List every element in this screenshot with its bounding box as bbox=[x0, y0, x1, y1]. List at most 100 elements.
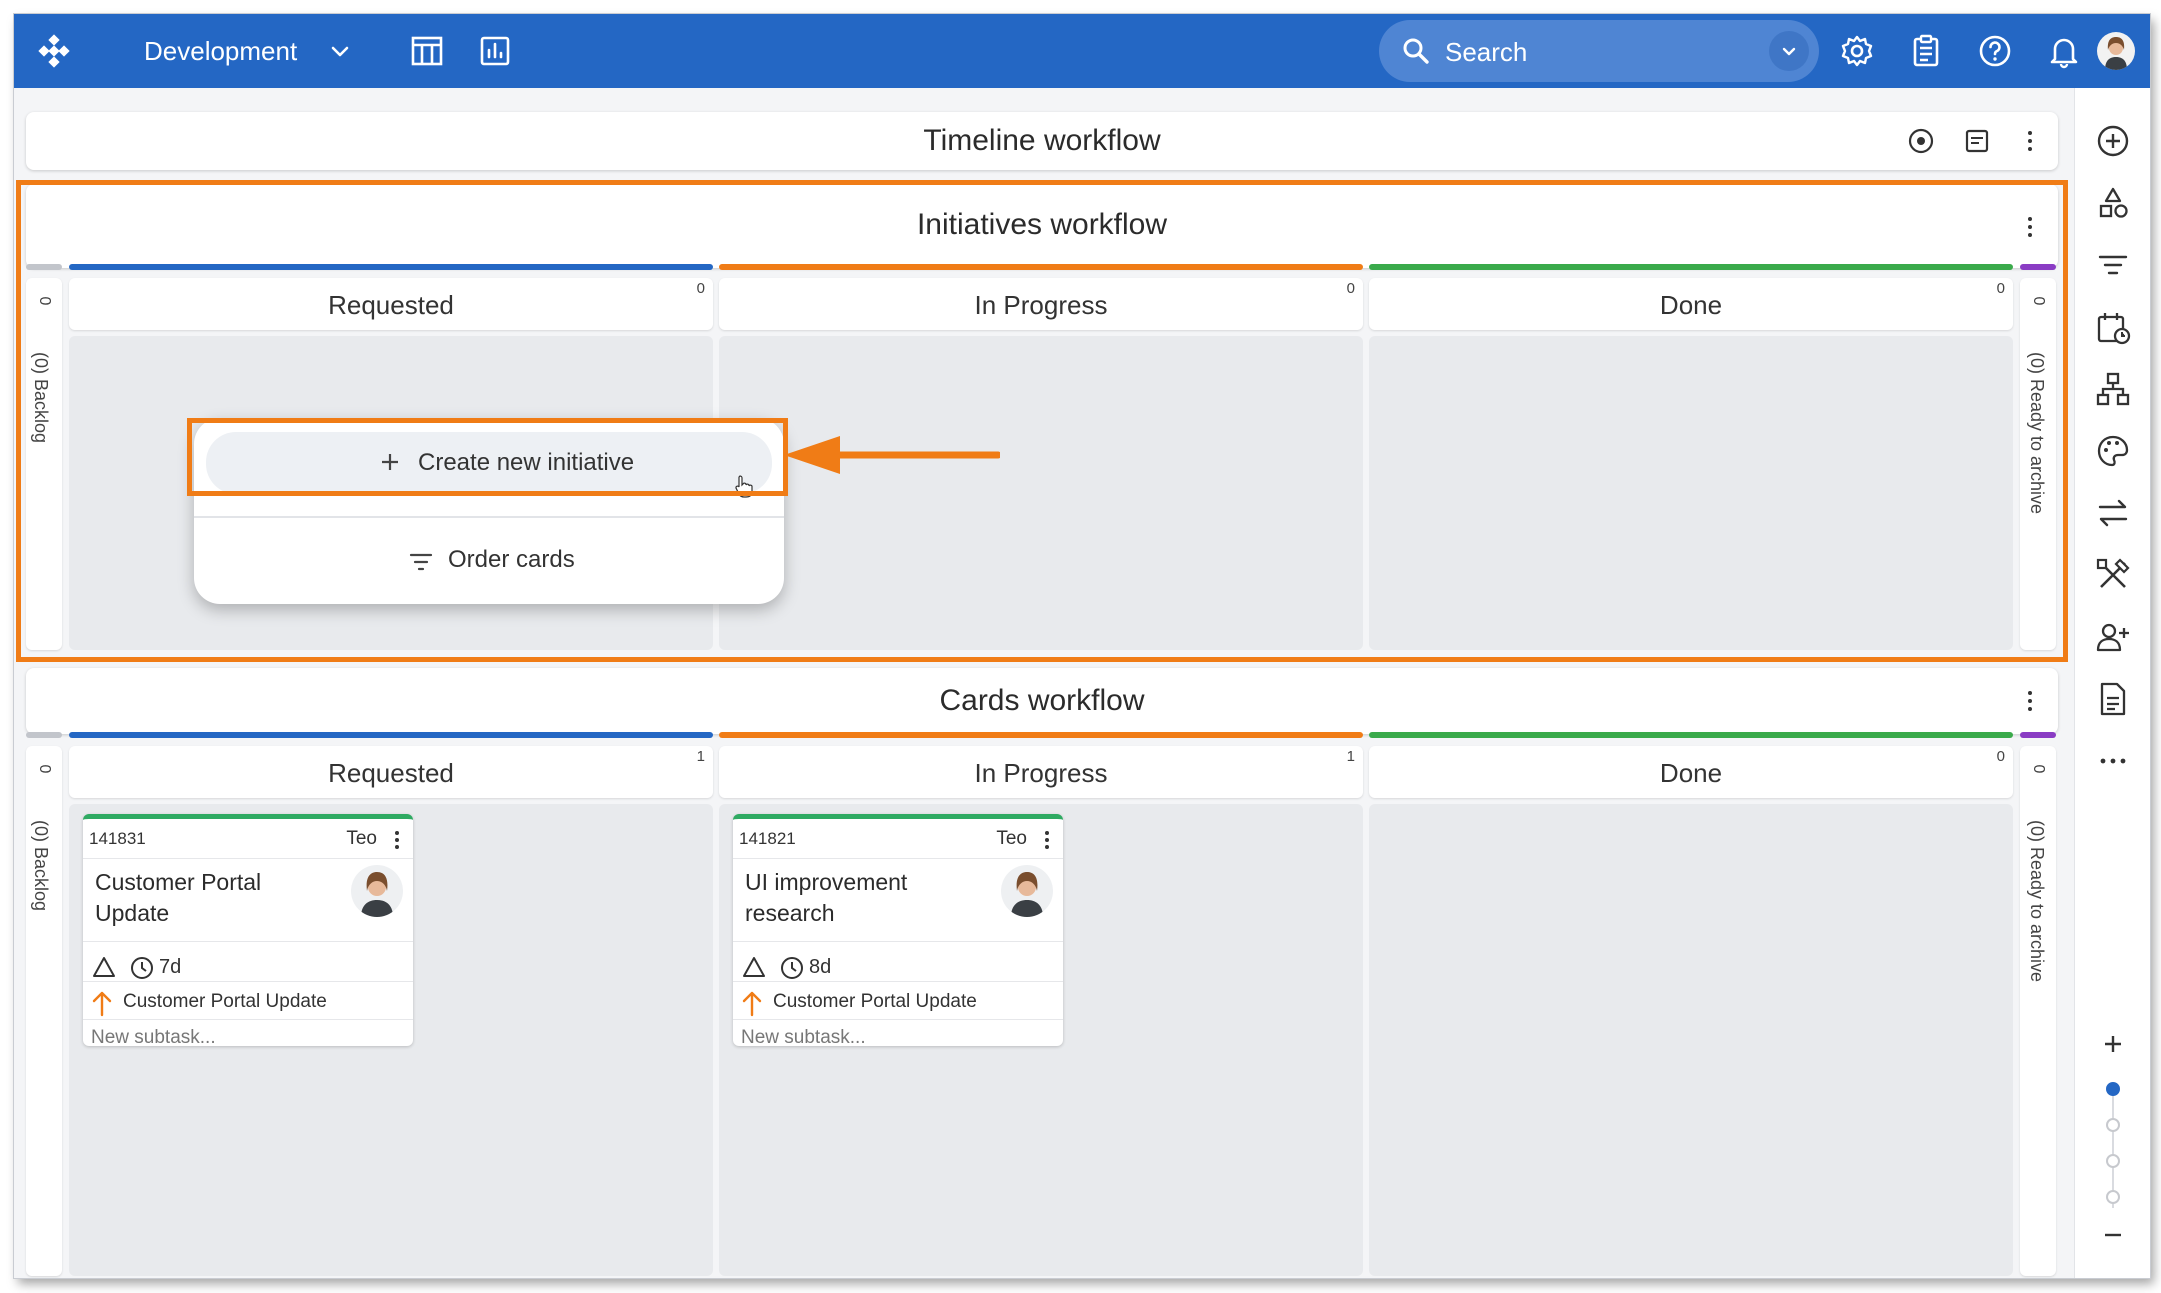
highlight-frame bbox=[187, 418, 788, 496]
ready-to-archive-column[interactable]: 0 (0) Ready to archive bbox=[2020, 746, 2056, 1276]
lane-title: Done bbox=[1659, 758, 1723, 788]
menu-divider bbox=[194, 516, 784, 518]
target-icon[interactable] bbox=[1906, 126, 1936, 156]
palette-icon[interactable] bbox=[2094, 432, 2132, 470]
app-window: Development Search Timeline workflow Ini… bbox=[14, 14, 2150, 1278]
search-icon bbox=[1403, 38, 1429, 64]
help-icon[interactable] bbox=[1977, 33, 2013, 69]
cards-workflow-title: Cards workflow bbox=[939, 684, 1145, 717]
card-owner: Teo bbox=[346, 828, 377, 849]
add-user-icon[interactable] bbox=[2094, 618, 2132, 656]
lane-done-body[interactable] bbox=[1369, 804, 2013, 1276]
card-title[interactable]: Customer Portal Update bbox=[95, 867, 325, 929]
notes-icon[interactable] bbox=[1962, 126, 1992, 156]
tools-icon[interactable] bbox=[2094, 556, 2132, 594]
arrow-annotation-icon bbox=[784, 436, 1000, 474]
task-card[interactable]: 141821 Teo UI improvement research 8d Cu… bbox=[733, 814, 1063, 1049]
new-subtask-input[interactable]: New subtask... bbox=[91, 1027, 216, 1049]
analytics-icon[interactable] bbox=[477, 33, 513, 69]
card-divider bbox=[83, 858, 413, 859]
lane-done-header: Done 0 bbox=[1369, 746, 2013, 798]
card-divider bbox=[733, 941, 1063, 942]
card-age: 8d bbox=[809, 956, 832, 978]
archive-count: 0 bbox=[2030, 764, 2047, 774]
table-view-icon[interactable] bbox=[409, 33, 445, 69]
search-input[interactable]: Search bbox=[1445, 37, 1527, 68]
card-age: 7d bbox=[159, 956, 182, 978]
backlog-count: 0 bbox=[36, 764, 53, 774]
card-parent-link[interactable]: Customer Portal Update bbox=[123, 991, 327, 1013]
search-options-button[interactable] bbox=[1769, 31, 1809, 71]
priority-icon[interactable] bbox=[91, 955, 117, 979]
swap-icon[interactable] bbox=[2094, 494, 2132, 532]
timeline-workflow-header: Timeline workflow bbox=[26, 112, 2058, 170]
lane-title: Requested bbox=[328, 758, 454, 788]
order-cards-label: Order cards bbox=[448, 546, 575, 573]
zoom-level-dot[interactable] bbox=[2106, 1154, 2120, 1168]
card-id[interactable]: 141831 bbox=[89, 829, 146, 849]
clock-icon bbox=[781, 957, 803, 979]
priority-icon[interactable] bbox=[741, 955, 767, 979]
done-color-bar bbox=[1369, 732, 2013, 738]
more-vertical-icon[interactable] bbox=[1039, 827, 1055, 853]
more-vertical-icon[interactable] bbox=[2020, 126, 2040, 156]
hierarchy-icon[interactable] bbox=[2094, 370, 2132, 408]
backlog-color-bar bbox=[26, 732, 62, 738]
lane-count: 1 bbox=[1346, 748, 1355, 765]
lane-in-progress-header: In Progress 1 bbox=[719, 746, 1363, 798]
archive-color-bar bbox=[2020, 732, 2056, 738]
settings-icon[interactable] bbox=[1839, 33, 1875, 69]
requested-color-bar bbox=[69, 732, 713, 738]
archive-label: (0) Ready to archive bbox=[2027, 820, 2047, 983]
card-title[interactable]: UI improvement research bbox=[745, 867, 975, 929]
lane-title: In Progress bbox=[974, 758, 1108, 788]
filter-icon[interactable] bbox=[2094, 246, 2132, 284]
board-selector-label[interactable]: Development bbox=[144, 36, 297, 67]
logo-icon[interactable] bbox=[36, 33, 72, 69]
more-icon[interactable] bbox=[2094, 742, 2132, 780]
lane-count: 0 bbox=[1996, 748, 2005, 765]
card-owner: Teo bbox=[996, 828, 1027, 849]
top-bar: Development Search bbox=[14, 14, 2150, 88]
zoom-level-dot[interactable] bbox=[2106, 1118, 2120, 1132]
card-divider bbox=[83, 1019, 413, 1020]
card-divider bbox=[83, 981, 413, 982]
zoom-level-dot[interactable] bbox=[2106, 1190, 2120, 1204]
arrow-up-icon bbox=[742, 991, 762, 1017]
more-vertical-icon[interactable] bbox=[389, 827, 405, 853]
backlog-column[interactable]: 0 (0) Backlog bbox=[26, 746, 62, 1276]
new-subtask-input[interactable]: New subtask... bbox=[741, 1027, 866, 1049]
avatar[interactable] bbox=[351, 865, 403, 917]
zoom-in-icon[interactable] bbox=[2094, 1025, 2132, 1063]
avatar[interactable] bbox=[2097, 32, 2135, 70]
bell-icon[interactable] bbox=[2046, 33, 2082, 69]
card-parent-link[interactable]: Customer Portal Update bbox=[773, 991, 977, 1013]
cards-workflow-header: Cards workflow bbox=[26, 668, 2058, 734]
timeline-workflow-title: Timeline workflow bbox=[923, 124, 1161, 157]
chevron-down-icon[interactable] bbox=[328, 40, 352, 64]
backlog-label: (0) Backlog bbox=[31, 820, 51, 912]
lane-count: 1 bbox=[696, 748, 705, 765]
clipboard-icon[interactable] bbox=[1908, 33, 1944, 69]
arrow-up-icon bbox=[92, 991, 112, 1017]
order-cards-button[interactable]: Order cards bbox=[206, 526, 772, 592]
avatar[interactable] bbox=[1001, 865, 1053, 917]
clock-icon bbox=[131, 957, 153, 979]
card-divider bbox=[733, 1019, 1063, 1020]
search-bar[interactable]: Search bbox=[1379, 20, 1819, 82]
card-divider bbox=[733, 981, 1063, 982]
card-id[interactable]: 141821 bbox=[739, 829, 796, 849]
add-circle-icon[interactable] bbox=[2094, 122, 2132, 160]
card-divider bbox=[733, 858, 1063, 859]
zoom-out-icon[interactable] bbox=[2094, 1216, 2132, 1254]
shapes-icon[interactable] bbox=[2094, 184, 2132, 222]
chevron-down-icon bbox=[1782, 47, 1796, 56]
task-card[interactable]: 141831 Teo Customer Portal Update 7d Cus… bbox=[83, 814, 413, 1049]
more-vertical-icon[interactable] bbox=[2020, 686, 2040, 716]
document-icon[interactable] bbox=[2094, 680, 2132, 718]
zoom-level-dot[interactable] bbox=[2106, 1082, 2120, 1096]
calendar-clock-icon[interactable] bbox=[2094, 308, 2132, 346]
in-progress-color-bar bbox=[719, 732, 1363, 738]
sort-icon bbox=[409, 553, 433, 571]
card-divider bbox=[83, 941, 413, 942]
